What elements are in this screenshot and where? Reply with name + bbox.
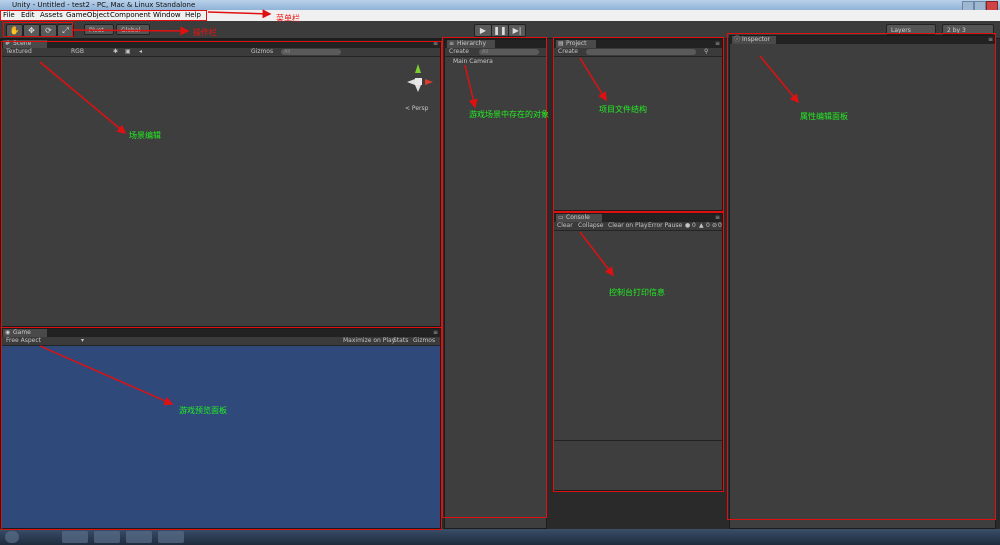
- annotation-menu-label: 菜单栏: [276, 14, 300, 23]
- annotation-console-label: 控制台打印信息: [609, 288, 665, 297]
- annotation-inspector-label: 属性编辑面板: [800, 112, 848, 121]
- annotation-toolbar-label: 操作栏: [193, 28, 217, 37]
- annotation-project-label: 项目文件结构: [599, 105, 647, 114]
- annotation-scene-label: 场景编辑: [129, 131, 161, 140]
- annotation-arrows: [39, 9, 799, 406]
- annotation-hierarchy-label: 游戏场景中存在的对象: [469, 110, 549, 119]
- annotation-game-label: 游戏预览面板: [179, 406, 227, 415]
